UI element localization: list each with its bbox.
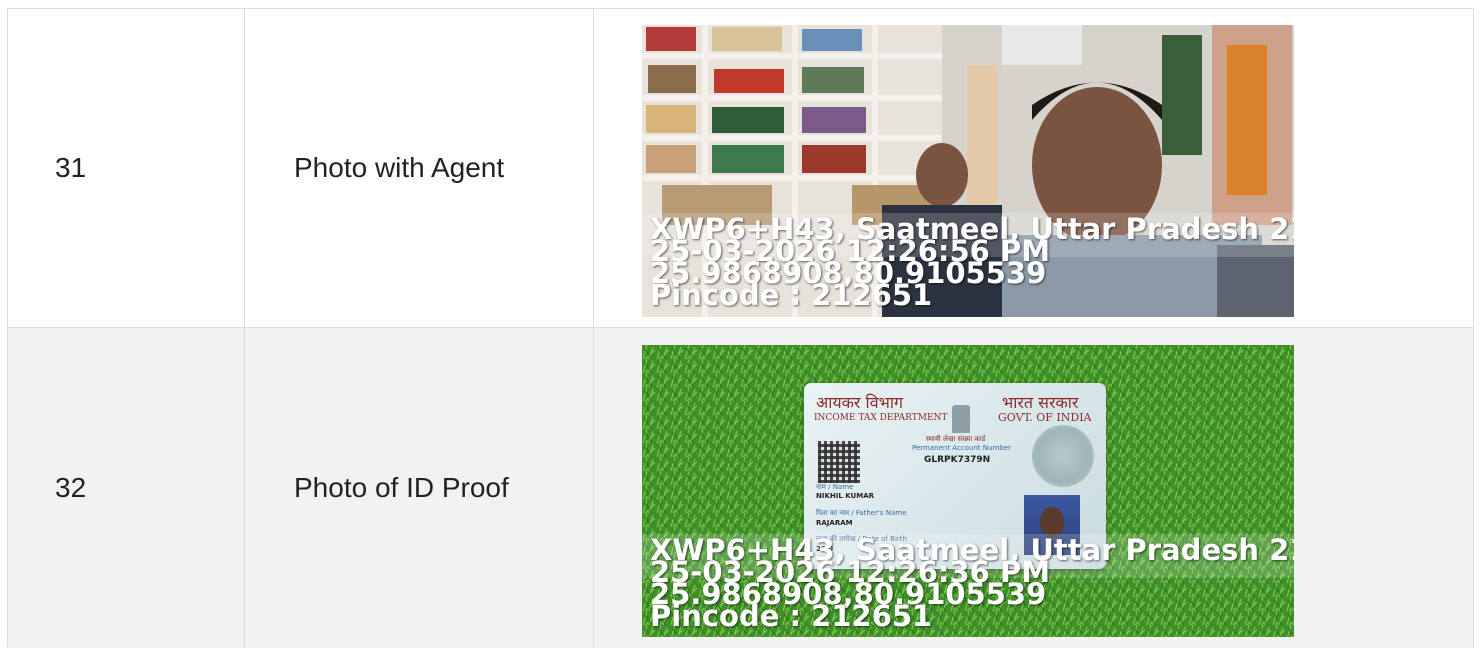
card-govt-hindi: भारत सरकार <box>1002 393 1079 412</box>
table-row: 31 Photo with Agent XWP6+H43, Saatmeel, … <box>8 9 1474 328</box>
serial-number: 31 <box>55 152 87 183</box>
holder-name: NIKHIL KUMAR <box>816 492 875 500</box>
serial-cell: 32 <box>8 328 245 648</box>
card-govt-en: GOVT. OF INDIA <box>998 411 1092 424</box>
row-label: Photo with Agent <box>294 152 505 183</box>
row-label: Photo of ID Proof <box>294 472 509 503</box>
geotag-overlay: XWP6+H43, Saatmeel, Uttar Pradesh 21265 … <box>650 536 1294 637</box>
label-cell: Photo with Agent <box>245 9 594 327</box>
serial-number: 32 <box>55 472 87 503</box>
agent-selfie-photo[interactable]: XWP6+H43, Saatmeel, Uttar Pradesh 21265 … <box>642 25 1294 317</box>
serial-cell: 31 <box>8 9 245 327</box>
photo-cell: XWP6+H43, Saatmeel, Uttar Pradesh 21265 … <box>594 9 1474 327</box>
name-label: नाम / Name <box>816 483 854 491</box>
data-table: 31 Photo with Agent XWP6+H43, Saatmeel, … <box>7 8 1474 648</box>
pan-label-en: Permanent Account Number <box>912 444 1011 452</box>
pan-number: GLRPK7379N <box>924 455 991 465</box>
qr-code-icon <box>818 441 860 483</box>
hologram-icon <box>1032 425 1094 487</box>
pan-label-hindi: स्थायी लेखा संख्या कार्ड <box>926 435 986 443</box>
emblem-icon <box>952 405 970 433</box>
label-cell: Photo of ID Proof <box>245 328 594 648</box>
table-row: 32 Photo of ID Proof आयकर विभाग भारत सरक… <box>8 328 1474 648</box>
id-proof-photo[interactable]: आयकर विभाग भारत सरकार INCOME TAX DEPARTM… <box>642 345 1294 637</box>
card-dept-en: INCOME TAX DEPARTMENT <box>814 413 948 423</box>
geotag-overlay: XWP6+H43, Saatmeel, Uttar Pradesh 21265 … <box>650 215 1294 317</box>
father-name: RAJARAM <box>816 519 853 527</box>
father-label: पिता का नाम / Father's Name <box>816 509 907 517</box>
photo-cell: आयकर विभाग भारत सरकार INCOME TAX DEPARTM… <box>594 328 1474 648</box>
card-dept-hindi: आयकर विभाग <box>816 393 903 412</box>
